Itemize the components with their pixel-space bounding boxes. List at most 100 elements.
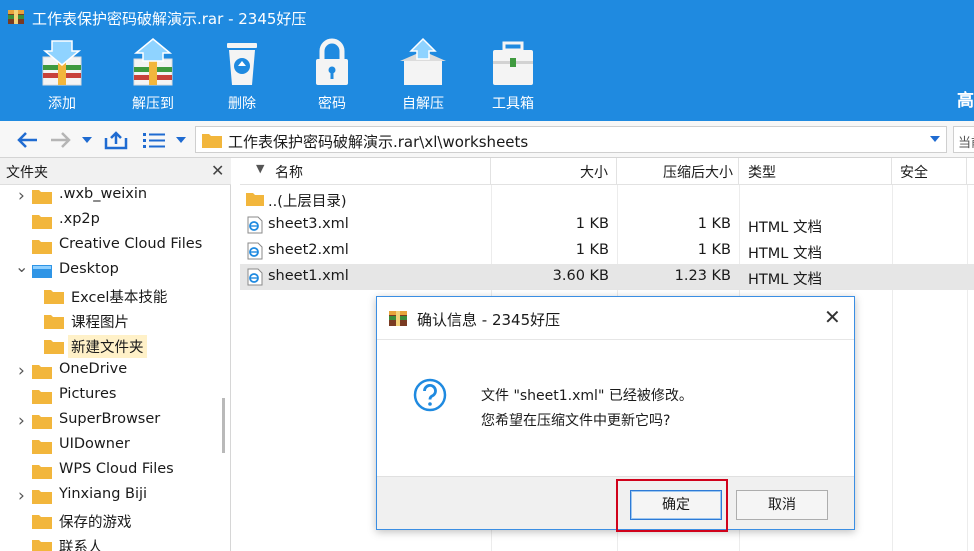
- folder-tree-item[interactable]: 联系人: [0, 534, 220, 551]
- password-button[interactable]: 密码: [292, 34, 372, 118]
- file-row[interactable]: sheet3.xml 1 KB 1 KB HTML 文档: [240, 212, 974, 238]
- delete-button[interactable]: 删除: [202, 34, 282, 118]
- self-extract-icon: [400, 37, 446, 85]
- file-name: sheet1.xml: [268, 268, 349, 284]
- folder-tree-label: Excel基本技能: [71, 290, 168, 306]
- self-extract-label: 自解压: [402, 96, 444, 112]
- folder-panel-header: 文件夹 ✕: [0, 158, 231, 185]
- folder-tree-item[interactable]: ⌄ Desktop: [0, 257, 220, 284]
- xml-file-icon: [247, 242, 263, 260]
- file-size: 1 KB: [575, 216, 609, 232]
- column-size[interactable]: 大小: [491, 158, 617, 185]
- folder-icon: [44, 340, 64, 354]
- folder-tree-label: 新建文件夹: [68, 335, 147, 358]
- folder-tree-item[interactable]: WPS Cloud Files: [0, 459, 220, 484]
- dialog-title-bar: 确认信息 - 2345好压 ✕: [377, 297, 854, 340]
- folder-panel-title: 文件夹: [6, 165, 48, 181]
- folder-tree-item[interactable]: .xp2p: [0, 209, 220, 234]
- column-packed-size[interactable]: 压缩后大小: [617, 158, 739, 185]
- toolbar-edge-text: 高: [957, 91, 974, 111]
- add-label: 添加: [48, 96, 76, 112]
- question-icon: [413, 378, 447, 412]
- toolbox-button[interactable]: 工具箱: [473, 34, 553, 118]
- path-dropdown-icon[interactable]: [930, 136, 940, 142]
- folder-tree-item[interactable]: › SuperBrowser: [0, 409, 220, 434]
- xml-file-icon: [247, 216, 263, 234]
- folder-tree-item[interactable]: › Yinxiang Biji: [0, 484, 220, 509]
- folder-tree-label: Yinxiang Biji: [59, 486, 148, 502]
- chevron-right-icon[interactable]: ›: [18, 186, 25, 206]
- column-type[interactable]: 类型: [739, 158, 892, 185]
- extract-button[interactable]: 解压到: [113, 34, 193, 118]
- chevron-right-icon[interactable]: ›: [18, 411, 25, 431]
- folder-icon: [32, 365, 52, 379]
- folder-tree-label: WPS Cloud Files: [59, 461, 174, 477]
- scrollbar-thumb[interactable]: [222, 398, 225, 453]
- folder-tree-item[interactable]: UIDowner: [0, 434, 220, 459]
- folder-tree-item[interactable]: Excel基本技能: [0, 284, 220, 309]
- folder-tree-label: Desktop: [59, 261, 119, 277]
- file-row[interactable]: sheet1.xml 3.60 KB 1.23 KB HTML 文档: [240, 264, 974, 290]
- folder-icon: [32, 215, 52, 229]
- folder-tree-label: SuperBrowser: [59, 411, 161, 427]
- chevron-down-icon: [176, 137, 186, 143]
- view-mode-button[interactable]: [142, 129, 166, 151]
- file-name: ..(上层目录): [268, 194, 347, 210]
- cancel-button[interactable]: 取消: [736, 490, 828, 520]
- column-name[interactable]: ▼ 名称: [240, 158, 491, 185]
- extract-label: 解压到: [132, 96, 174, 112]
- add-button[interactable]: 添加: [22, 34, 102, 118]
- view-mode-dropdown[interactable]: [174, 129, 188, 151]
- chevron-right-icon[interactable]: ›: [18, 361, 25, 381]
- folder-tree-item[interactable]: 新建文件夹: [0, 334, 220, 359]
- folder-icon: [32, 490, 52, 504]
- column-security[interactable]: 安全: [892, 158, 967, 185]
- folder-tree-label: .xp2p: [59, 211, 100, 227]
- folder-icon: [32, 240, 52, 254]
- file-row[interactable]: sheet2.xml 1 KB 1 KB HTML 文档: [240, 238, 974, 264]
- folder-icon: [32, 440, 52, 454]
- path-input[interactable]: 工作表保护密码破解演示.rar\xl\worksheets: [195, 126, 947, 153]
- history-dropdown[interactable]: [80, 129, 94, 151]
- desktop-icon: [32, 265, 52, 278]
- folder-tree-label: .wxb_weixin: [59, 186, 148, 202]
- folder-tree-item[interactable]: 课程图片: [0, 309, 220, 334]
- self-extract-button[interactable]: 自解压: [383, 34, 463, 118]
- folder-tree-label: 联系人: [59, 540, 103, 551]
- sort-arrow-icon: ▼: [256, 162, 265, 175]
- lock-icon: [316, 38, 348, 85]
- file-row[interactable]: ..(上层目录): [240, 186, 974, 212]
- file-packed-size: 1 KB: [697, 216, 731, 232]
- folder-tree-item[interactable]: › OneDrive: [0, 359, 220, 384]
- up-folder-button[interactable]: [103, 129, 129, 151]
- back-arrow-icon: [17, 132, 37, 148]
- dialog-message-line2: 您希望在压缩文件中更新它吗?: [481, 413, 671, 429]
- add-archive-icon: [42, 40, 82, 86]
- search-box[interactable]: 当前: [953, 126, 974, 153]
- path-text: 工作表保护密码破解演示.rar\xl\worksheets: [228, 133, 529, 151]
- folder-tree-item[interactable]: Creative Cloud Files: [0, 234, 220, 259]
- forward-button[interactable]: [48, 129, 72, 151]
- toolbox-icon: [493, 41, 533, 85]
- extract-icon: [133, 38, 173, 86]
- close-icon[interactable]: ✕: [824, 307, 841, 327]
- recycle-bin-icon: [227, 43, 257, 85]
- folder-tree-item[interactable]: Pictures: [0, 384, 220, 409]
- folder-icon: [32, 415, 52, 429]
- app-logo-icon: [389, 311, 407, 326]
- folder-tree-item[interactable]: 保存的游戏: [0, 509, 220, 534]
- close-icon[interactable]: ✕: [211, 161, 224, 180]
- back-button[interactable]: [16, 129, 40, 151]
- chevron-right-icon[interactable]: ›: [18, 486, 25, 506]
- folder-icon: [246, 193, 264, 206]
- dialog-body: 文件 "sheet1.xml" 已经被修改。 您希望在压缩文件中更新它吗?: [377, 340, 854, 476]
- chevron-down-icon[interactable]: ⌄: [15, 257, 28, 276]
- folder-icon: [32, 515, 52, 529]
- folder-icon: [32, 465, 52, 479]
- title-bar: 工作表保护密码破解演示.rar - 2345好压: [0, 0, 974, 34]
- file-name: sheet2.xml: [268, 242, 349, 258]
- up-folder-icon: [104, 131, 128, 150]
- file-type: HTML 文档: [748, 220, 822, 236]
- folder-tree-item[interactable]: › .wxb_weixin: [0, 184, 220, 209]
- file-packed-size: 1.23 KB: [674, 268, 731, 284]
